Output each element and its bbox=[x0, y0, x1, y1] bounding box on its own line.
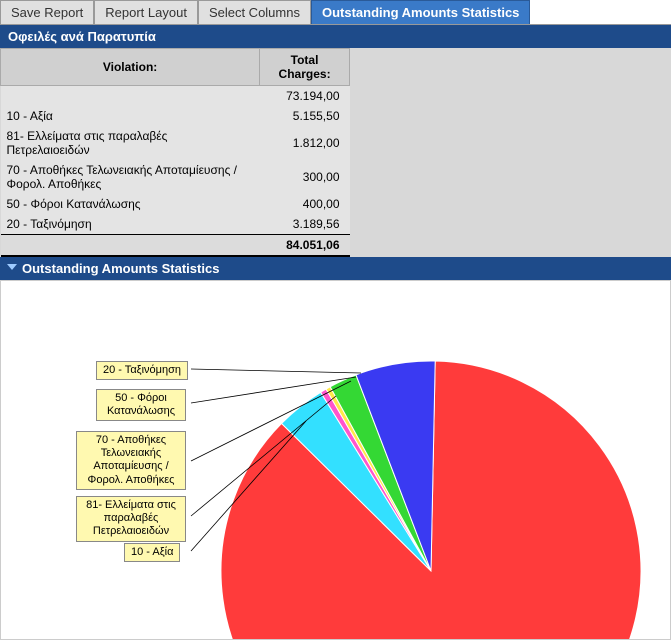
section-title: Οφειλές ανά Παρατυπία bbox=[0, 25, 671, 48]
callout-10: 10 - Αξία bbox=[124, 543, 180, 562]
callout-50: 50 - Φόροι Κατανάλωσης bbox=[96, 389, 186, 421]
charge-value: 3.189,56 bbox=[260, 214, 350, 235]
tab-outstanding-stats[interactable]: Outstanding Amounts Statistics bbox=[311, 0, 530, 24]
table-row: 70 - Αποθήκες Τελωνειακής Αποταμίευσης /… bbox=[1, 160, 350, 194]
charge-value: 400,00 bbox=[260, 194, 350, 214]
table-row: 10 - Αξία 5.155,50 bbox=[1, 106, 350, 126]
violation-label: 70 - Αποθήκες Τελωνειακής Αποταμίευσης /… bbox=[1, 160, 260, 194]
charge-value: 73.194,00 bbox=[260, 86, 350, 107]
callout-20: 20 - Ταξινόμηση bbox=[96, 361, 188, 380]
table-row: 81- Ελλείματα στις παραλαβές Πετρελαιοει… bbox=[1, 126, 350, 160]
column-header-violation[interactable]: Violation: bbox=[1, 49, 260, 86]
table-row: 50 - Φόροι Κατανάλωσης 400,00 bbox=[1, 194, 350, 214]
leader-line bbox=[191, 369, 361, 373]
tab-save-report[interactable]: Save Report bbox=[0, 0, 94, 24]
violation-label: 81- Ελλείματα στις παραλαβές Πετρελαιοει… bbox=[1, 126, 260, 160]
pie-chart: 20 - Ταξινόμηση 50 - Φόροι Κατανάλωσης 7… bbox=[0, 280, 671, 640]
column-header-charges[interactable]: Total Charges: bbox=[260, 49, 350, 86]
total-value: 84.051,06 bbox=[260, 235, 350, 257]
stats-panel-title: Outstanding Amounts Statistics bbox=[22, 261, 219, 276]
violation-label: 10 - Αξία bbox=[1, 106, 260, 126]
callout-81: 81- Ελλείματα στις παραλαβές Πετρελαιοει… bbox=[76, 496, 186, 542]
violation-table: Violation: Total Charges: 73.194,00 10 -… bbox=[0, 48, 671, 257]
table-row: 73.194,00 bbox=[1, 86, 350, 107]
stats-panel-header[interactable]: Outstanding Amounts Statistics bbox=[0, 257, 671, 280]
charge-value: 300,00 bbox=[260, 160, 350, 194]
tab-select-columns[interactable]: Select Columns bbox=[198, 0, 311, 24]
chevron-down-icon bbox=[6, 261, 18, 276]
charge-value: 5.155,50 bbox=[260, 106, 350, 126]
table-row: 20 - Ταξινόμηση 3.189,56 bbox=[1, 214, 350, 235]
total-label bbox=[1, 235, 260, 257]
violation-label bbox=[1, 86, 260, 107]
table-total-row: 84.051,06 bbox=[1, 235, 350, 257]
tab-report-layout[interactable]: Report Layout bbox=[94, 0, 198, 24]
callout-70: 70 - Αποθήκες Τελωνειακής Αποταμίευσης /… bbox=[76, 431, 186, 490]
tab-bar: Save Report Report Layout Select Columns… bbox=[0, 0, 671, 25]
violation-label: 20 - Ταξινόμηση bbox=[1, 214, 260, 235]
violation-label: 50 - Φόροι Κατανάλωσης bbox=[1, 194, 260, 214]
charge-value: 1.812,00 bbox=[260, 126, 350, 160]
